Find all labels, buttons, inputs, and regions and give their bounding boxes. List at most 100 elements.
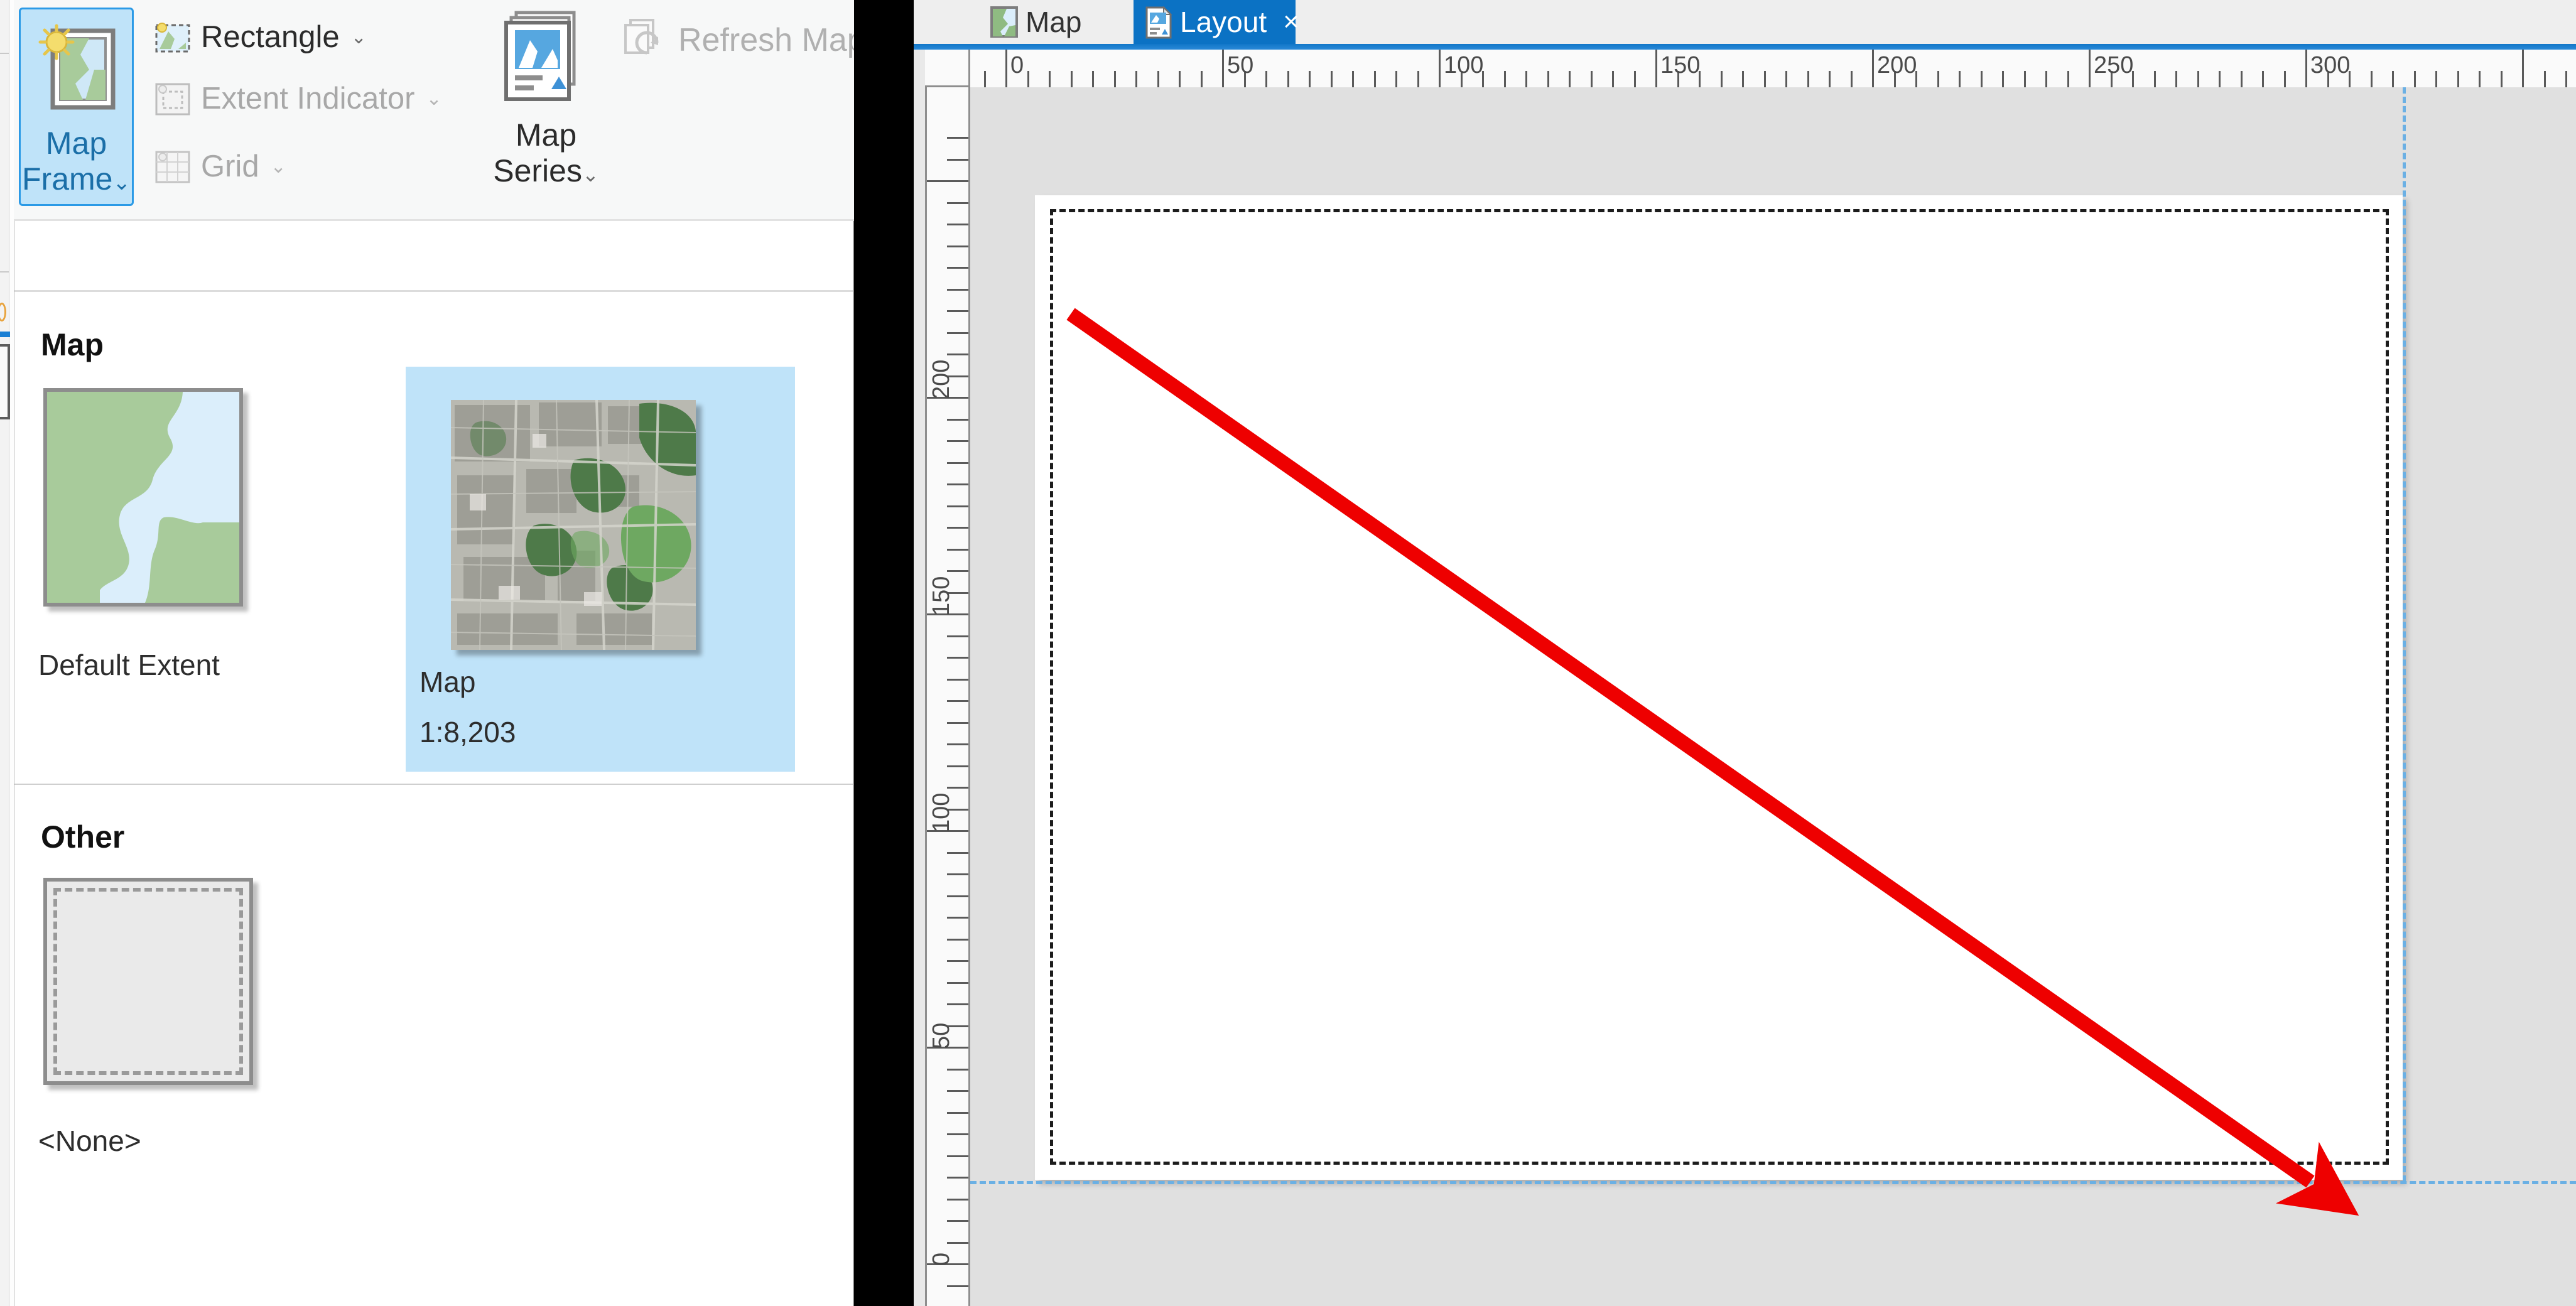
ruler-minor-tick: [947, 224, 968, 225]
ruler-minor-tick: [947, 938, 968, 941]
ruler-minor-tick: [1937, 71, 1939, 87]
map-frame-button[interactable]: Map Frame⌄: [19, 8, 134, 206]
ruler-minor-tick: [947, 657, 968, 659]
ruler-minor-tick: [947, 267, 968, 269]
rectangle-map-frame-command[interactable]: Rectangle ⌄: [153, 18, 367, 57]
ruler-minor-tick: [1027, 71, 1029, 87]
chevron-down-icon[interactable]: ⌄: [582, 163, 599, 186]
horizontal-guide-line[interactable]: [970, 1181, 2576, 1184]
gallery-item-default-extent[interactable]: Default Extent: [38, 365, 390, 880]
extent-indicator-label: Extent Indicator: [201, 82, 415, 116]
ruler-minor-tick: [983, 71, 986, 87]
ruler-minor-tick: [1742, 71, 1744, 87]
gallery-top-divider: [14, 290, 853, 292]
ruler-minor-tick: [1092, 71, 1094, 87]
ruler-minor-tick: [1763, 71, 1766, 87]
gallery-item-none[interactable]: <None>: [38, 855, 390, 1157]
tab-map[interactable]: Map: [979, 0, 1116, 44]
layout-page[interactable]: [1035, 195, 2403, 1180]
ruler-tick-label: 200: [928, 359, 955, 399]
ruler-major-tick: [1655, 50, 1657, 87]
ruler-minor-tick: [2067, 71, 2069, 87]
gallery-item-map[interactable]: Map 1:8,203: [406, 367, 795, 772]
ruler-major-tick: [1872, 50, 1874, 87]
refresh-map-series-label: Refresh Map S: [678, 22, 854, 58]
sliver-box-outline: [0, 344, 10, 419]
background-window-sliver: [0, 0, 14, 1306]
ruler-minor-tick: [1135, 71, 1137, 87]
ruler-minor-tick: [947, 1241, 968, 1244]
ruler-minor-tick: [947, 635, 968, 637]
chevron-down-icon[interactable]: ⌄: [351, 26, 367, 48]
ruler-minor-tick: [947, 1198, 968, 1201]
none-thumbnail: [43, 878, 253, 1085]
ruler-tick-label: 50: [928, 1022, 955, 1049]
ruler-minor-tick: [947, 505, 968, 507]
ruler-minor-tick: [1352, 71, 1354, 87]
chevron-down-icon[interactable]: ⌄: [112, 171, 131, 195]
ruler-minor-tick: [1157, 71, 1159, 87]
ruler-minor-tick: [1330, 71, 1333, 87]
map-frame-gallery-dropdown: Map Default Extent Map 1:8,203 Other <No…: [14, 221, 854, 1306]
refresh-map-series-command[interactable]: Refresh Map S: [623, 18, 854, 63]
ruler-minor-tick: [947, 202, 968, 204]
map-series-button[interactable]: Map Series⌄: [491, 8, 601, 206]
ruler-minor-tick: [947, 1177, 968, 1179]
ruler-tick-label: 0: [928, 1252, 955, 1266]
ruler-minor-tick: [947, 721, 968, 724]
background-window-strip: [0, 0, 9, 1306]
ruler-tick-label: 100: [928, 792, 955, 833]
extent-indicator-command[interactable]: Extent Indicator ⌄: [153, 79, 442, 118]
vertical-ruler[interactable]: 200 150 100 50 0: [925, 87, 970, 1306]
ruler-minor-tick: [947, 288, 968, 291]
map-series-label-line1: Map: [515, 117, 577, 153]
ruler-tick-label: 250: [2094, 52, 2134, 78]
layout-canvas[interactable]: [970, 87, 2576, 1306]
ruler-minor-tick: [1070, 71, 1073, 87]
ruler-minor-tick: [947, 1111, 968, 1114]
map-series-label-line2: Series: [493, 153, 582, 188]
ruler-minor-tick: [947, 1003, 968, 1005]
gallery-item-subtitle: 1:8,203: [419, 716, 516, 748]
horizontal-ruler[interactable]: 0 50 100 150 200 250 300: [970, 50, 2576, 89]
ruler-minor-tick: [947, 700, 968, 702]
page-margin-guides: [1050, 209, 2389, 1165]
ruler-minor-tick: [2457, 71, 2459, 87]
tab-layout[interactable]: Layout ×: [1134, 0, 1299, 44]
ruler-major-tick: [1439, 50, 1441, 87]
grid-command[interactable]: Grid ⌄: [153, 147, 286, 186]
ruler-minor-tick: [1633, 71, 1636, 87]
ruler-minor-tick: [2175, 71, 2177, 87]
ruler-major-tick: [1005, 50, 1007, 87]
gallery-item-caption: Map: [419, 666, 476, 698]
gallery-item-caption: Default Extent: [38, 649, 220, 681]
ruler-minor-tick: [947, 570, 968, 572]
ruler-minor-tick: [1200, 71, 1203, 87]
insert-ribbon-group: Map Frame⌄ Rectangle ⌄ Extent Indicator …: [14, 0, 854, 220]
ruler-minor-tick: [947, 678, 968, 681]
map-view-icon: [990, 6, 1018, 38]
rectangle-map-frame-icon: [153, 18, 192, 57]
map-series-button-label: Map Series⌄: [493, 117, 599, 193]
ruler-minor-tick: [1179, 71, 1181, 87]
ruler-minor-tick: [1569, 71, 1571, 87]
grid-icon: [153, 147, 192, 186]
chevron-down-icon[interactable]: ⌄: [426, 88, 441, 110]
ruler-minor-tick: [2002, 71, 2004, 87]
close-icon[interactable]: ×: [1283, 8, 1299, 36]
ruler-minor-tick: [947, 310, 968, 312]
ruler-minor-tick: [1395, 71, 1397, 87]
ruler-minor-tick: [2240, 71, 2243, 87]
ruler-minor-tick: [1309, 71, 1311, 87]
ruler-minor-tick: [947, 1133, 968, 1135]
ruler-minor-tick: [1265, 71, 1267, 87]
vertical-guide-line[interactable]: [2403, 87, 2406, 1182]
ruler-minor-tick: [947, 418, 968, 421]
ruler-minor-tick: [2153, 71, 2156, 87]
ruler-minor-tick: [1503, 71, 1506, 87]
sliver-rule-1: [0, 53, 9, 54]
ruler-minor-tick: [947, 461, 968, 464]
chevron-down-icon[interactable]: ⌄: [271, 156, 286, 178]
ruler-minor-tick: [947, 527, 968, 529]
ruler-minor-tick: [1547, 71, 1549, 87]
